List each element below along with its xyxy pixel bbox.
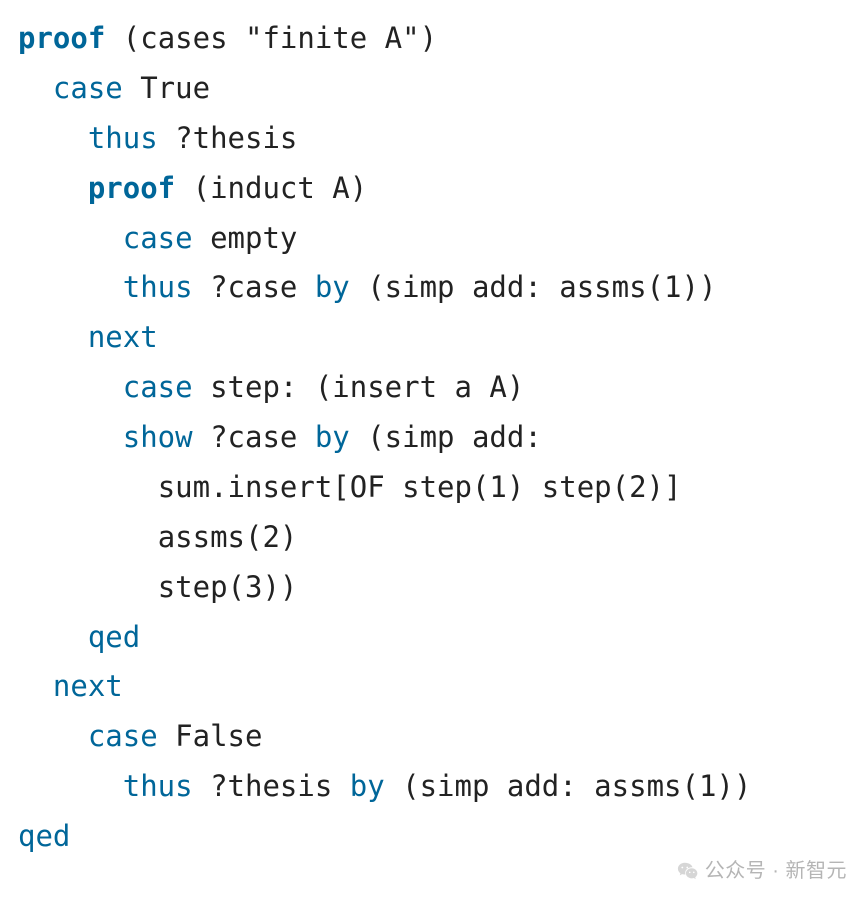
code-keyword: by (350, 769, 385, 803)
code-keyword: case (88, 719, 158, 753)
code-keyword: qed (88, 620, 140, 654)
code-keyword: proof (88, 171, 175, 205)
code-line: proof (induct A) (18, 171, 367, 205)
code-keyword: by (315, 270, 350, 304)
code-keyword: thus (88, 121, 158, 155)
code-keyword: next (88, 320, 158, 354)
code-line: thus ?thesis by (simp add: assms(1)) (18, 769, 751, 803)
code-text: step: (insert a A) (193, 370, 525, 404)
code-text: step(3)) (158, 570, 298, 604)
code-keyword: thus (123, 270, 193, 304)
code-keyword: proof (18, 21, 105, 55)
code-text: (cases "finite A") (105, 21, 437, 55)
code-keyword: thus (123, 769, 193, 803)
code-text: assms(2) (158, 520, 298, 554)
code-line: thus ?thesis (18, 121, 297, 155)
code-keyword: case (123, 370, 193, 404)
code-line: qed (18, 819, 70, 853)
code-text: (simp add: assms(1)) (350, 270, 717, 304)
code-line: assms(2) (18, 520, 297, 554)
code-text: ?thesis (193, 769, 350, 803)
code-text: (simp add: assms(1)) (385, 769, 752, 803)
code-line: thus ?case by (simp add: assms(1)) (18, 270, 716, 304)
code-text: (simp add: (350, 420, 542, 454)
code-line: sum.insert[OF step(1) step(2)] (18, 470, 681, 504)
code-line: qed (18, 620, 140, 654)
wechat-icon (677, 860, 699, 882)
code-text: (induct A) (175, 171, 367, 205)
code-text: empty (193, 221, 298, 255)
wechat-watermark: 公众号 · 新智元 (677, 854, 847, 888)
code-text: ?case (193, 420, 315, 454)
code-line: proof (cases "finite A") (18, 21, 437, 55)
code-line: case step: (insert a A) (18, 370, 524, 404)
code-keyword: case (53, 71, 123, 105)
code-keyword: qed (18, 819, 70, 853)
code-keyword: by (315, 420, 350, 454)
code-line: case True (18, 71, 210, 105)
code-text: ?thesis (158, 121, 298, 155)
code-line: show ?case by (simp add: (18, 420, 542, 454)
watermark-text: 公众号 · 新智元 (705, 854, 847, 888)
code-line: next (18, 669, 123, 703)
code-line: case False (18, 719, 262, 753)
code-text: True (123, 71, 210, 105)
code-text: ?case (193, 270, 315, 304)
isabelle-proof-code: proof (cases "finite A") case True thus … (0, 0, 863, 880)
code-line: case empty (18, 221, 297, 255)
code-text: False (158, 719, 263, 753)
code-line: next (18, 320, 158, 354)
code-keyword: case (123, 221, 193, 255)
code-line: step(3)) (18, 570, 297, 604)
code-text: sum.insert[OF step(1) step(2)] (158, 470, 682, 504)
code-keyword: next (53, 669, 123, 703)
code-keyword: show (123, 420, 193, 454)
